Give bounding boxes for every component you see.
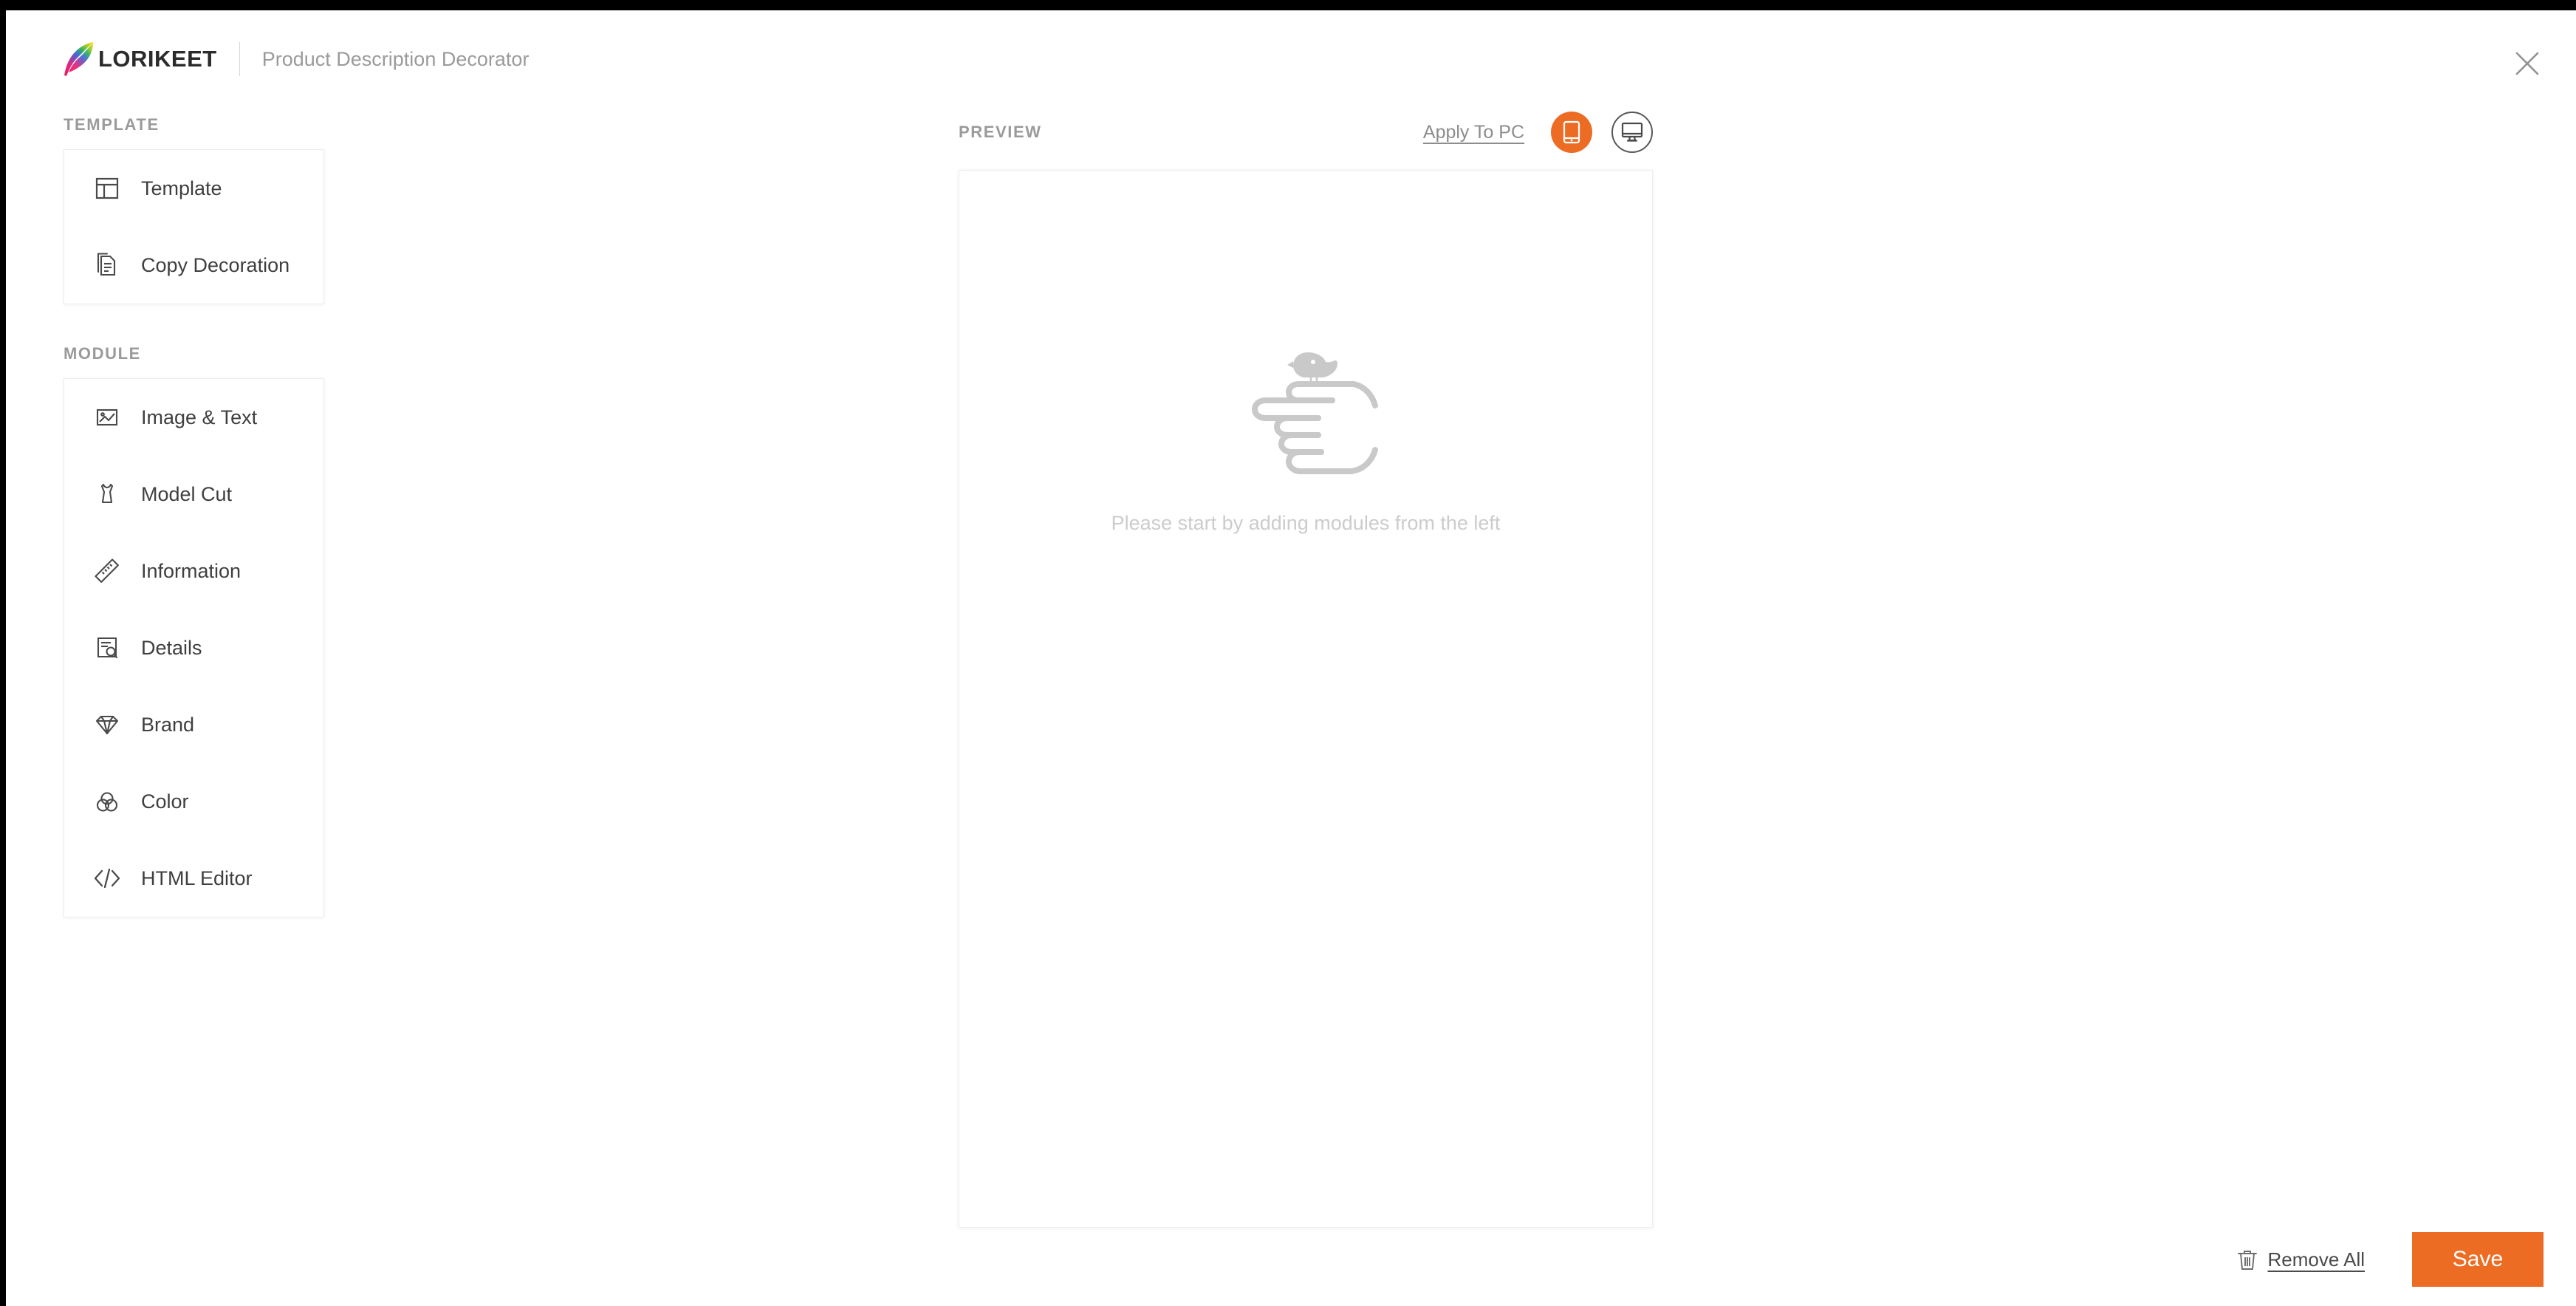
- logo-wordmark: LORIKEET: [98, 45, 217, 72]
- copy-document-icon: [92, 250, 122, 280]
- sidebar-item-label: Details: [141, 636, 202, 659]
- sidebar-item-label: Template: [141, 177, 222, 199]
- sidebar-item-brand[interactable]: Brand: [64, 686, 323, 763]
- sidebar-item-image-text[interactable]: Image & Text: [64, 379, 323, 456]
- sidebar-item-label: Image & Text: [141, 406, 258, 428]
- image-picture-icon: [92, 403, 122, 432]
- template-card: Template Copy Decoration: [64, 149, 324, 304]
- sidebar-item-copy-decoration[interactable]: Copy Decoration: [64, 227, 323, 304]
- sidebar-item-label: HTML Editor: [141, 866, 253, 889]
- sidebar-item-color[interactable]: Color: [64, 763, 323, 840]
- sidebar-item-label: Copy Decoration: [141, 253, 290, 276]
- left-sidebar: TEMPLATE Template Copy Decoration MODULE…: [64, 115, 329, 917]
- sidebar-item-label: Brand: [141, 713, 195, 736]
- preview-empty-message: Please start by adding modules from the …: [1111, 512, 1501, 534]
- preview-empty-state: Please start by adding modules from the …: [959, 342, 1652, 533]
- remove-all-label: Remove All: [2267, 1248, 2366, 1271]
- dress-garment-icon: [92, 479, 122, 509]
- preview-canvas[interactable]: Please start by adding modules from the …: [959, 170, 1653, 1228]
- ruler-icon: [92, 556, 122, 586]
- remove-all-button[interactable]: Remove All: [2236, 1248, 2366, 1271]
- layout-template-icon: [92, 174, 122, 203]
- page-title: Product Description Decorator: [261, 47, 530, 70]
- save-button[interactable]: Save: [2412, 1232, 2544, 1287]
- device-toggle-pc[interactable]: [1611, 112, 1653, 153]
- brand-lockup: LORIKEET Product Description Decorator: [63, 38, 529, 80]
- module-section-heading: MODULE: [64, 344, 141, 363]
- preview-panel: PREVIEW Apply To PC Please start by addi…: [959, 111, 1653, 1228]
- feather-quill-icon: [63, 40, 98, 78]
- document-search-icon: [92, 633, 122, 663]
- preview-controls: Apply To PC: [1423, 111, 1653, 154]
- application-window: LORIKEET Product Description Decorator T…: [6, 10, 2576, 1306]
- preview-heading: PREVIEW: [959, 123, 1042, 141]
- trash-can-icon: [2236, 1248, 2259, 1271]
- sidebar-item-label: Information: [141, 559, 242, 582]
- diamond-gem-icon: [92, 710, 122, 739]
- app-header: LORIKEET Product Description Decorator: [6, 10, 2576, 92]
- device-toggle-mobile[interactable]: [1551, 112, 1592, 153]
- mobile-phone-icon: [1563, 120, 1580, 144]
- preview-toolbar: PREVIEW Apply To PC: [959, 111, 1653, 154]
- close-icon: [2515, 52, 2539, 75]
- sidebar-item-html-editor[interactable]: HTML Editor: [64, 840, 323, 917]
- template-section-heading: TEMPLATE: [64, 115, 160, 134]
- sidebar-item-model-cut[interactable]: Model Cut: [64, 456, 323, 533]
- desktop-monitor-icon: [1621, 122, 1643, 142]
- module-card: Image & Text Model Cut Information Detai…: [64, 378, 324, 917]
- sidebar-item-label: Model Cut: [141, 482, 233, 505]
- apply-to-pc-link[interactable]: Apply To PC: [1423, 122, 1524, 143]
- code-brackets-icon: [92, 864, 122, 893]
- hand-pointing-with-bird-icon: [1251, 352, 1378, 474]
- sidebar-item-details[interactable]: Details: [64, 609, 323, 686]
- sidebar-item-information[interactable]: Information: [64, 533, 323, 609]
- sidebar-item-template[interactable]: Template: [64, 150, 323, 227]
- sidebar-item-label: Color: [141, 790, 189, 813]
- footer-actions: Remove All Save: [2236, 1232, 2544, 1287]
- brand-divider: [239, 42, 240, 76]
- close-button[interactable]: [2510, 46, 2545, 81]
- color-circles-icon: [92, 787, 122, 816]
